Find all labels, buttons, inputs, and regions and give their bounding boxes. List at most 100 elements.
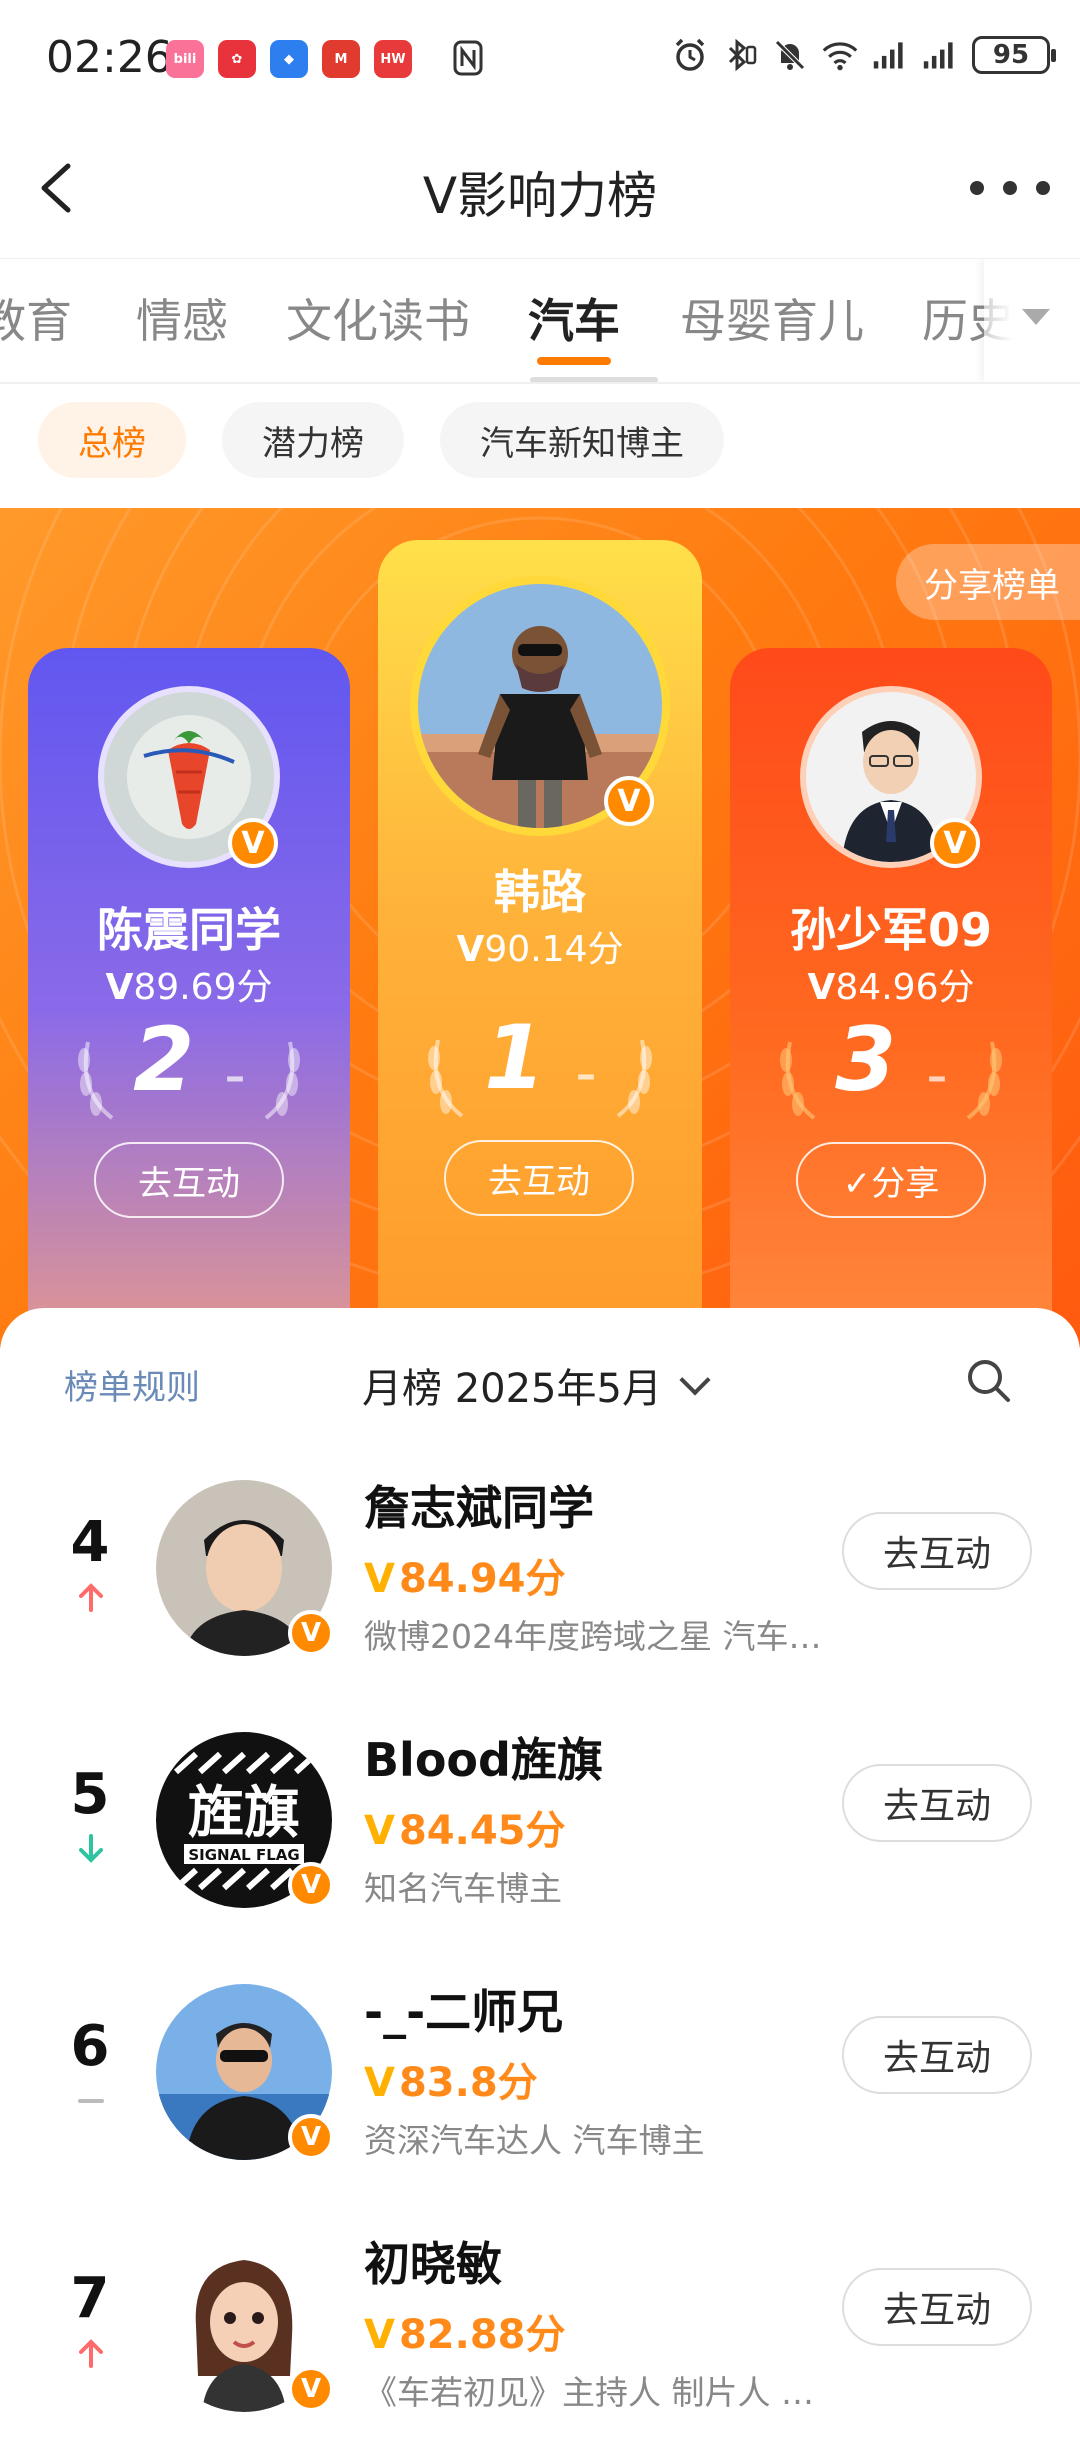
tab-maternal-infant[interactable]: 母婴育儿 [680, 285, 864, 351]
top3-banner: 分享榜单 V 陈震同学 V89.69分 2 – 去互动 V 韩路 V90.14分… [0, 508, 1080, 1348]
verified-badge-icon: V [288, 1862, 334, 1908]
status-bar: 02:26 bili ✿ ◆ M HW 95 [0, 0, 1080, 118]
blogger-name: 初晓敏 [364, 2237, 502, 2291]
battery-indicator: 95 [972, 36, 1056, 74]
more-options-button[interactable] [970, 170, 1050, 206]
verified-badge-icon: V [288, 2366, 334, 2412]
page-title: V影响力榜 [422, 167, 658, 225]
chip-new-auto-blogger[interactable]: 汽车新知博主 [440, 402, 724, 478]
interact-button[interactable]: 去互动 [842, 1764, 1032, 1842]
blogger-name: 詹志斌同学 [364, 1481, 594, 1535]
top-card-rank-3[interactable]: V 孙少军09 V84.96分 3 – ✓分享 [730, 648, 1052, 1348]
v-score-icon: V [105, 967, 134, 1008]
tab-automobile[interactable]: 汽车 [528, 285, 620, 351]
chip-overall[interactable]: 总榜 [38, 402, 186, 478]
list-item[interactable]: 6 V -_-二师兄 V 83.8分 资深汽车达人 汽车博主 去互动 [0, 1934, 1080, 2184]
top-name: 韩路 [494, 865, 586, 919]
top-card-rank-2[interactable]: V 陈震同学 V89.69分 2 – 去互动 [28, 648, 350, 1348]
chip-potential[interactable]: 潜力榜 [222, 402, 404, 478]
list-item[interactable]: 5 旌旗 SIGNAL FLAG V Blood旌旗 V 84.45分 知名汽车博主… [0, 1682, 1080, 1932]
rank-number: 7 [70, 2266, 110, 2331]
blogger-description: 资深汽车达人 汽车博主 [364, 2121, 705, 2160]
trend-down-icon [79, 1834, 103, 1863]
interact-button[interactable]: 去互动 [842, 1512, 1032, 1590]
status-right-icons: 95 [672, 36, 1056, 74]
verified-badge-icon: V [288, 1610, 334, 1656]
nfc-icon [450, 40, 486, 76]
v-score-icon: V [456, 929, 485, 970]
top-card-rank-1[interactable]: V 韩路 V90.14分 1 – 去互动 [378, 540, 702, 1348]
rank-number: 4 [70, 1510, 110, 1575]
interact-button[interactable]: 去互动 [94, 1142, 284, 1218]
search-button[interactable] [964, 1356, 1014, 1406]
interact-button[interactable]: 去互动 [842, 2268, 1032, 2346]
blogger-score: V 82.88分 [364, 2312, 566, 2358]
blogger-name: -_-二师兄 [364, 1985, 564, 2039]
verified-badge-icon: V [604, 776, 654, 826]
interact-button[interactable]: 去互动 [444, 1140, 634, 1216]
top-score: V90.14分 [456, 929, 624, 970]
v-score-icon: V [364, 1808, 395, 1854]
top-score: V84.96分 [807, 967, 975, 1008]
trend-up-icon [79, 2339, 103, 2368]
status-time: 02:26 [46, 32, 173, 83]
v-score-icon: V [364, 2312, 395, 2358]
active-tab-indicator [537, 357, 611, 365]
blogger-description: 知名汽车博主 [364, 1869, 562, 1908]
blogger-description: 微博2024年度跨域之星 汽车… [364, 1617, 822, 1656]
ranking-list-panel: 榜单规则 月榜 2025年5月 4 V 詹志斌同学 V 84.94分 微博2024… [0, 1308, 1080, 2440]
metro-app-icon: M [322, 40, 360, 78]
signal-icon-1 [872, 37, 908, 73]
top-name: 孙少军09 [789, 903, 992, 957]
svg-text:SIGNAL FLAG: SIGNAL FLAG [188, 1846, 299, 1864]
verified-badge-icon: V [288, 2114, 334, 2160]
bluetooth-icon [722, 37, 758, 73]
blogger-score: V 84.45分 [364, 1808, 566, 1854]
tab-scroll-indicator [530, 377, 658, 382]
bilibili-icon: bili [166, 40, 204, 78]
list-item[interactable]: 7 V 初晓敏 V 82.88分 《车若初见》主持人 制片人 … 去互动 [0, 2186, 1080, 2436]
rank-number: 6 [70, 2014, 110, 2079]
share-button[interactable]: ✓分享 [796, 1142, 986, 1218]
avatar[interactable]: V [98, 686, 280, 868]
alarm-icon [672, 37, 708, 73]
period-label: 月榜 2025年5月 [362, 1366, 662, 1412]
tab-expand-area[interactable] [984, 259, 1080, 382]
rank-number: 5 [70, 1762, 110, 1827]
flower-app-icon: ✿ [218, 40, 256, 78]
shield-app-icon: ◆ [270, 40, 308, 78]
avatar[interactable]: V [800, 686, 982, 868]
svg-text:旌旗: 旌旗 [188, 1780, 300, 1846]
period-selector[interactable]: 月榜 2025年5月 [362, 1356, 711, 1414]
blogger-description: 《车若初见》主持人 制片人 … [364, 2373, 814, 2412]
more-dots-icon [970, 181, 984, 195]
list-item[interactable]: 4 V 詹志斌同学 V 84.94分 微博2024年度跨域之星 汽车… 去互动 [0, 1430, 1080, 1680]
search-icon [968, 1360, 1010, 1402]
blogger-score: V 84.94分 [364, 1556, 566, 1602]
notification-app-icons: bili ✿ ◆ M HW [166, 40, 486, 78]
signal-icon-2 [922, 37, 958, 73]
interact-button[interactable]: 去互动 [842, 2016, 1032, 2094]
tab-culture-reading[interactable]: 文化读书 [286, 285, 470, 351]
blogger-score: V 83.8分 [364, 2060, 538, 2106]
mute-icon [772, 37, 808, 73]
tab-education[interactable]: 教育 [0, 285, 72, 351]
avatar[interactable]: V [410, 576, 670, 836]
wifi-icon [822, 37, 858, 73]
top-name: 陈震同学 [97, 903, 281, 957]
verified-badge-icon: V [228, 818, 278, 868]
laurel-right-icon [264, 1041, 300, 1120]
huawei-app-icon: HW [374, 40, 412, 78]
share-list-button[interactable]: 分享榜单 [896, 544, 1080, 620]
ranking-rules-link[interactable]: 榜单规则 [64, 1360, 200, 1409]
trend-up-icon [79, 1583, 103, 1612]
ranking-type-chips: 总榜 潜力榜 汽车新知博主 [38, 402, 724, 478]
verified-badge-icon: V [930, 818, 980, 868]
laurel-right-icon [966, 1041, 1002, 1120]
blogger-name: Blood旌旗 [364, 1733, 603, 1787]
laurel-right-icon [616, 1039, 652, 1118]
tab-emotion[interactable]: 情感 [136, 285, 228, 351]
trend-same-icon [78, 2099, 104, 2103]
v-score-icon: V [807, 967, 836, 1008]
chevron-down-icon [679, 1364, 711, 1396]
